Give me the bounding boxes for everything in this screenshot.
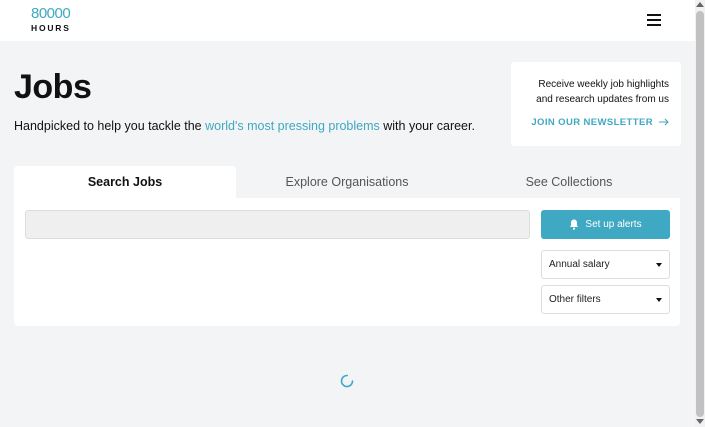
tab-see-collections[interactable]: See Collections — [458, 166, 680, 198]
tagline-prefix: Handpicked to help you tackle the — [14, 119, 206, 133]
annual-salary-dropdown[interactable]: Annual salary — [541, 250, 670, 279]
page-scrollbar[interactable] — [695, 0, 705, 427]
pressing-problems-link[interactable]: world's most pressing problems — [205, 119, 380, 133]
join-newsletter-link[interactable]: JOIN OUR NEWSLETTER — [531, 117, 669, 128]
join-newsletter-label: JOIN OUR NEWSLETTER — [531, 117, 653, 128]
set-up-alerts-label: Set up alerts — [585, 219, 642, 230]
caret-down-icon — [656, 297, 662, 302]
loading-spinner-icon — [340, 374, 354, 388]
site-header: 80000 HOURS — [0, 0, 695, 41]
bell-icon — [570, 219, 579, 230]
scroll-up-arrow-icon[interactable] — [696, 2, 704, 7]
annual-salary-label: Annual salary — [549, 259, 610, 270]
newsletter-text: Receive weekly job highlights and resear… — [536, 79, 669, 105]
page-tagline: Handpicked to help you tackle the world'… — [14, 119, 475, 133]
page-title: Jobs — [14, 68, 92, 106]
hamburger-menu-icon[interactable] — [647, 14, 661, 26]
other-filters-label: Other filters — [549, 294, 601, 305]
logo-number: 80000 — [31, 5, 71, 22]
other-filters-dropdown[interactable]: Other filters — [541, 285, 670, 314]
job-search-input[interactable] — [25, 210, 530, 239]
arrow-right-icon — [659, 119, 669, 126]
scroll-down-arrow-icon[interactable] — [696, 419, 704, 424]
scrollbar-thumb[interactable] — [696, 11, 704, 417]
site-logo[interactable]: 80000 HOURS — [31, 6, 71, 33]
logo-word: HOURS — [31, 23, 71, 33]
newsletter-card: Receive weekly job highlights and resear… — [511, 62, 681, 146]
tagline-suffix: with your career. — [379, 119, 475, 133]
caret-down-icon — [656, 262, 662, 267]
tab-explore-organisations[interactable]: Explore Organisations — [236, 166, 458, 198]
tab-search-jobs[interactable]: Search Jobs — [14, 166, 236, 198]
set-up-alerts-button[interactable]: Set up alerts — [541, 210, 670, 239]
